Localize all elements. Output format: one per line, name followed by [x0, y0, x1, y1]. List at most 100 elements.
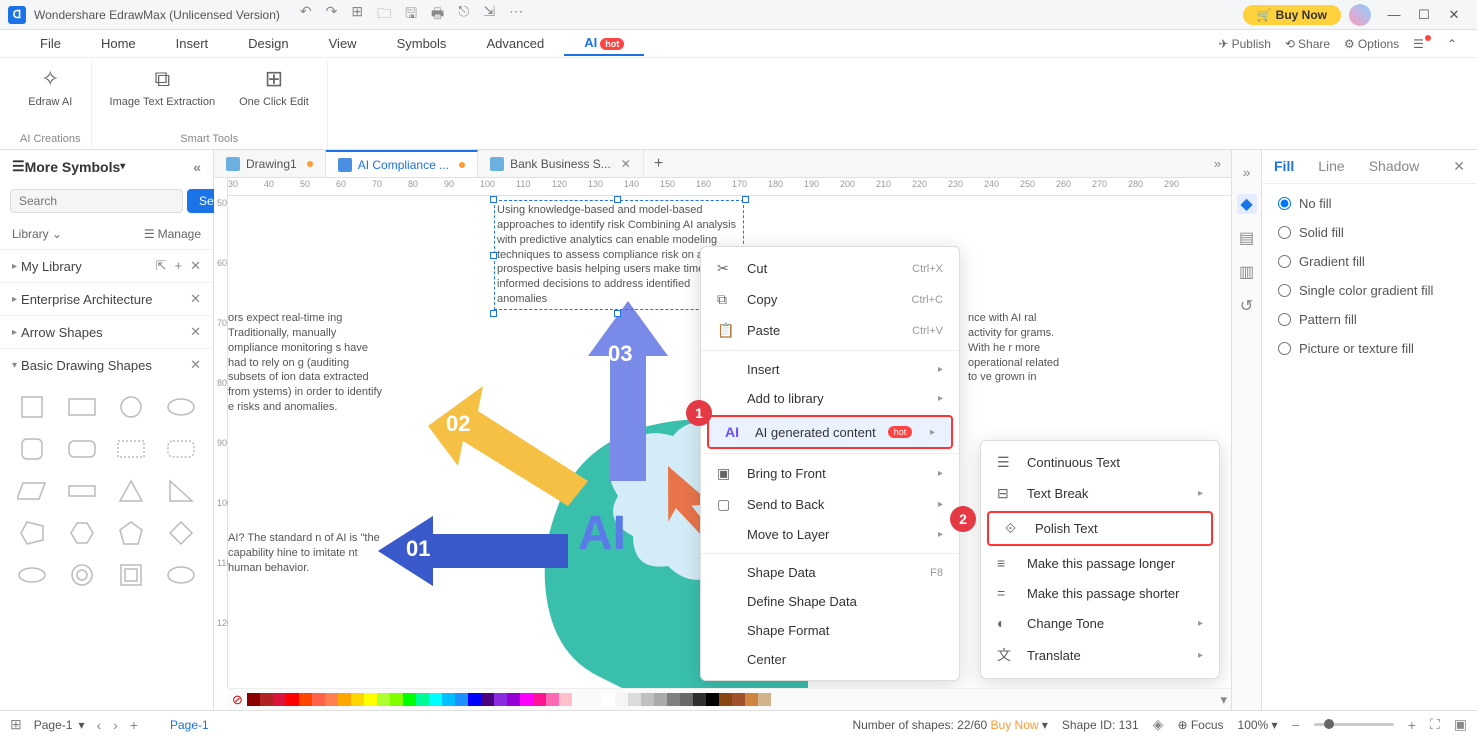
ctx-shape-format[interactable]: Shape Format [701, 616, 959, 645]
page-tool-icon[interactable]: ▤ [1237, 228, 1257, 248]
text-block-right[interactable]: nce with AI ral activity for grams. With… [968, 311, 1068, 385]
redo-icon[interactable]: ↷ [326, 3, 338, 27]
ctx-add-library[interactable]: Add to library▸ [701, 384, 959, 413]
ctx-center[interactable]: Center [701, 645, 959, 674]
color-swatch[interactable] [615, 693, 628, 706]
color-swatch[interactable] [442, 693, 455, 706]
undo-icon[interactable]: ↶ [300, 3, 312, 27]
oval-shape[interactable] [10, 557, 54, 593]
expand-panel-icon[interactable]: » [1243, 164, 1251, 180]
pentagon-shape[interactable] [10, 515, 54, 551]
color-swatch[interactable] [494, 693, 507, 706]
color-swatch[interactable] [403, 693, 416, 706]
page-selector[interactable]: Page-1 ▾ [34, 718, 85, 732]
color-swatch[interactable] [312, 693, 325, 706]
menu-insert[interactable]: Insert [156, 32, 229, 55]
color-swatch[interactable] [533, 693, 546, 706]
color-swatch[interactable] [706, 693, 719, 706]
color-swatch[interactable] [325, 693, 338, 706]
flat-rect-shape[interactable] [60, 473, 104, 509]
ctx-move-layer[interactable]: Move to Layer▸ [701, 520, 959, 549]
ctx-cut[interactable]: ✂CutCtrl+X [701, 253, 959, 284]
manage-button[interactable]: ☰ Manage [144, 227, 201, 241]
color-swatch[interactable] [364, 693, 377, 706]
ctx-send-back[interactable]: ▢Send to Back▸ [701, 489, 959, 520]
close-panel-icon[interactable]: ✕ [1453, 158, 1465, 175]
no-color-icon[interactable]: ⊘ [232, 692, 243, 708]
ellipse2-shape[interactable] [159, 557, 203, 593]
color-swatch[interactable] [377, 693, 390, 706]
open-icon[interactable]: 🗀 [377, 3, 391, 27]
parallelogram-shape[interactable] [10, 473, 54, 509]
zoom-out-icon[interactable]: − [1292, 717, 1300, 733]
hexagon-shape[interactable] [60, 515, 104, 551]
text-block-left[interactable]: ors expect real-time ing Traditionally, … [228, 311, 388, 415]
menu-file[interactable]: File [20, 32, 81, 55]
text-block-left2[interactable]: AI? The standard n of AI is "the capabil… [228, 531, 388, 576]
minimize-button[interactable]: — [1379, 7, 1409, 22]
sub-make-longer[interactable]: ≡Make this passage longer [981, 548, 1219, 578]
menu-design[interactable]: Design [228, 32, 308, 55]
color-swatch[interactable] [641, 693, 654, 706]
color-swatch[interactable] [390, 693, 403, 706]
dotted-rect-shape[interactable] [110, 431, 154, 467]
zoom-level[interactable]: 100% ▾ [1238, 718, 1278, 732]
color-swatch[interactable] [693, 693, 706, 706]
menu-home[interactable]: Home [81, 32, 156, 55]
color-swatch[interactable] [351, 693, 364, 706]
maximize-button[interactable]: ☐ [1409, 7, 1439, 23]
publish-button[interactable]: ✈ Publish [1219, 37, 1271, 51]
sub-make-shorter[interactable]: =Make this passage shorter [981, 578, 1219, 608]
frame-shape[interactable] [110, 557, 154, 593]
buy-now-button[interactable]: 🛒 Buy Now [1243, 5, 1341, 25]
ctx-paste[interactable]: 📋PasteCtrl+V [701, 315, 959, 346]
buy-now-link[interactable]: Buy Now [991, 718, 1039, 732]
collapse-panel-icon[interactable]: « [193, 159, 201, 175]
zoom-slider[interactable] [1314, 723, 1394, 726]
color-swatch[interactable] [273, 693, 286, 706]
tab-scroll-icon[interactable]: » [1204, 156, 1231, 171]
library-dropdown[interactable]: Library ⌄ [12, 227, 62, 241]
layout-tool-icon[interactable]: ▥ [1237, 262, 1257, 282]
my-library-section[interactable]: ▸My Library ⇱+✕ [0, 249, 213, 282]
share-button[interactable]: ⟲ Share [1285, 37, 1330, 51]
color-swatch[interactable] [520, 693, 533, 706]
more-symbols-header[interactable]: ☰ More Symbols▾ « [0, 150, 213, 183]
add-page-icon[interactable]: + [130, 717, 138, 733]
tab-ai-compliance[interactable]: AI Compliance ... [326, 150, 478, 177]
color-swatch[interactable] [719, 693, 732, 706]
color-swatch[interactable] [559, 693, 572, 706]
color-swatch[interactable] [667, 693, 680, 706]
arrow-shapes-section[interactable]: ▸Arrow Shapes ✕ [0, 315, 213, 348]
ctx-ai-generated-content[interactable]: AIAI generated contenthot▸ [707, 415, 953, 449]
share-icon[interactable]: ⇲ [483, 3, 495, 27]
rectangle-shape[interactable] [60, 389, 104, 425]
triangle-shape[interactable] [110, 473, 154, 509]
ctx-define-shape-data[interactable]: Define Shape Data [701, 587, 959, 616]
diamond-shape[interactable] [159, 515, 203, 551]
close-icon[interactable]: ✕ [190, 357, 201, 373]
zoom-in-icon[interactable]: + [1408, 717, 1416, 733]
fill-tool-icon[interactable]: ◆ [1237, 194, 1257, 214]
color-swatch[interactable] [546, 693, 559, 706]
donut-shape[interactable] [60, 557, 104, 593]
focus-button[interactable]: ⊕ Focus [1177, 718, 1223, 732]
new-icon[interactable]: ⊞ [351, 3, 363, 27]
color-swatch[interactable] [758, 693, 771, 706]
gradient-fill-radio[interactable]: Gradient fill [1278, 254, 1461, 269]
history-tool-icon[interactable]: ↺ [1237, 296, 1257, 316]
color-swatch[interactable] [286, 693, 299, 706]
options-button[interactable]: ⚙ Options [1344, 37, 1399, 51]
tab-drawing1[interactable]: Drawing1 [214, 150, 326, 177]
close-icon[interactable]: ✕ [190, 324, 201, 340]
pattern-fill-radio[interactable]: Pattern fill [1278, 312, 1461, 327]
basic-drawing-shapes-section[interactable]: ▾Basic Drawing Shapes ✕ [0, 348, 213, 381]
enterprise-architecture-section[interactable]: ▸Enterprise Architecture ✕ [0, 282, 213, 315]
color-swatch[interactable] [680, 693, 693, 706]
sub-text-break[interactable]: ⊟Text Break▸ [981, 478, 1219, 509]
color-swatch[interactable] [429, 693, 442, 706]
menu-view[interactable]: View [309, 32, 377, 55]
import-icon[interactable]: ⇱ [156, 258, 167, 274]
close-button[interactable]: ✕ [1439, 7, 1469, 23]
sub-translate[interactable]: 文Translate▸ [981, 638, 1219, 672]
